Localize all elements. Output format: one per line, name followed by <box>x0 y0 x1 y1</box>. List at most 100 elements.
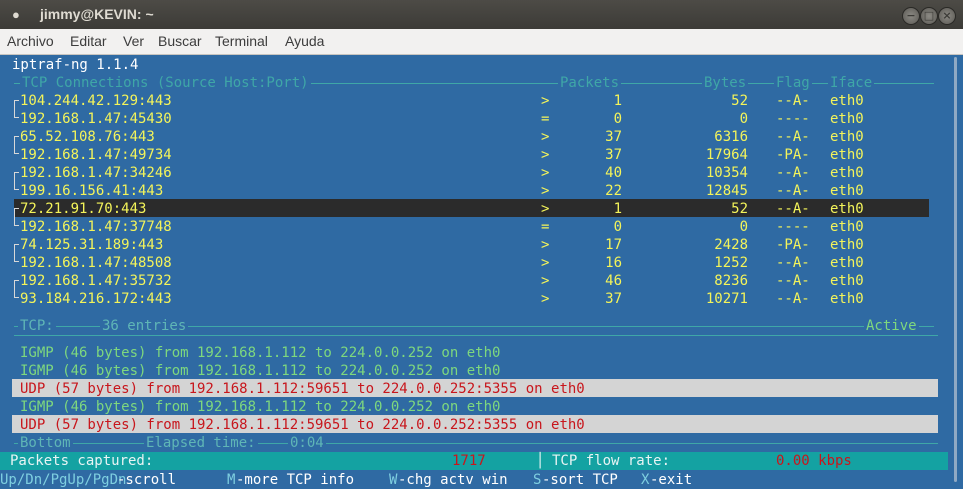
menu-ayuda[interactable]: Ayuda <box>285 33 324 49</box>
tcp-flag: --A- <box>776 129 810 145</box>
tcp-host: 74.125.31.189:443 <box>20 237 164 253</box>
tcp-host: 192.168.1.47:35732 <box>20 273 172 289</box>
menu-ver[interactable]: Ver <box>123 33 144 49</box>
title-bar[interactable]: ● jimmy@KEVIN: ~ − □ × <box>0 0 963 29</box>
tcp-host: 192.168.1.47:37748 <box>20 219 172 235</box>
terminal-app-icon: ● <box>12 7 20 22</box>
tcp-direction: > <box>541 291 550 307</box>
tcp-iface: eth0 <box>830 111 864 127</box>
tcp-host: 93.184.216.172:443 <box>20 291 172 307</box>
maximize-button[interactable]: □ <box>920 7 938 25</box>
tcp-packets: 40 <box>605 165 622 181</box>
window-title: jimmy@KEVIN: ~ <box>40 6 154 22</box>
menu-editar[interactable]: Editar <box>70 33 107 49</box>
tcp-flag: --A- <box>776 273 810 289</box>
tcp-direction: > <box>541 201 550 217</box>
bottom-label: Bottom <box>18 434 73 452</box>
tcp-host: 65.52.108.76:443 <box>20 129 155 145</box>
tcp-direction: > <box>541 147 550 163</box>
tcp-iface: eth0 <box>830 183 864 199</box>
tcp-packets: 0 <box>613 111 622 127</box>
key-more: M <box>227 472 236 488</box>
close-button[interactable]: × <box>938 7 956 25</box>
key-help-bar: Up/Dn/PgUp/PgDn -scroll M -more TCP info… <box>0 470 948 489</box>
key-sort: S <box>533 472 542 488</box>
tcp-iface: eth0 <box>830 147 864 163</box>
key-exit-label: -exit <box>650 472 693 488</box>
tcp-bytes: 0 <box>739 219 748 235</box>
key-scroll: Up/Dn/PgUp/PgDn <box>0 472 127 488</box>
tcp-flag: -PA- <box>776 237 810 253</box>
tcp-direction: > <box>541 273 550 289</box>
tcp-flag: --A- <box>776 165 810 181</box>
igmp-packet-line: IGMP (46 bytes) from 192.168.1.112 to 22… <box>20 345 501 361</box>
tcp-host: 192.168.1.47:45430 <box>20 111 172 127</box>
stats-bar: Packets captured: 1717 │ TCP flow rate: … <box>0 452 948 470</box>
key-exit: X <box>641 472 650 488</box>
tcp-direction: > <box>541 237 550 253</box>
connection-pair-bracket <box>14 136 19 154</box>
tcp-packets: 1 <box>613 93 622 109</box>
tcp-bytes: 1252 <box>714 255 748 271</box>
terminal-screen[interactable]: iptraf-ng 1.1.4 TCP Connections (Source … <box>0 55 948 489</box>
tcp-packets: 46 <box>605 273 622 289</box>
tcp-iface: eth0 <box>830 129 864 145</box>
tcp-host: 192.168.1.47:49734 <box>20 147 172 163</box>
scrollbar-thumb[interactable] <box>954 57 957 482</box>
tcp-direction: = <box>541 111 550 127</box>
tcp-bytes: 12845 <box>705 183 748 199</box>
tcp-packets: 17 <box>605 237 622 253</box>
tcp-flag: ---- <box>776 219 810 235</box>
menu-archivo[interactable]: Archivo <box>7 33 54 49</box>
tcp-packets: 16 <box>605 255 622 271</box>
tcp-flag: ---- <box>776 111 810 127</box>
tcp-packets: 22 <box>605 183 622 199</box>
tcp-host: 72.21.91.70:443 <box>20 201 147 217</box>
tcp-iface: eth0 <box>830 255 864 271</box>
tcp-iface: eth0 <box>830 273 864 289</box>
tcp-flag: --A- <box>776 183 810 199</box>
igmp-packet-line: IGMP (46 bytes) from 192.168.1.112 to 22… <box>20 399 501 415</box>
elapsed-value: 0:04 <box>288 434 326 452</box>
menu-buscar[interactable]: Buscar <box>158 33 202 49</box>
col-packets: Packets <box>558 74 622 92</box>
tcp-flag: --A- <box>776 291 810 307</box>
col-flag: Flag <box>774 74 812 92</box>
connection-pair-bracket <box>14 244 19 262</box>
tcp-packets: 0 <box>613 219 622 235</box>
tcp-packets: 37 <box>605 147 622 163</box>
tcp-bytes: 10271 <box>705 291 748 307</box>
tcp-iface: eth0 <box>830 165 864 181</box>
packets-captured-value: 1717 <box>452 453 486 469</box>
connection-pair-bracket <box>14 280 19 298</box>
tcp-direction: = <box>541 219 550 235</box>
tcp-host: 104.244.42.129:443 <box>20 93 172 109</box>
menu-terminal[interactable]: Terminal <box>215 33 268 49</box>
tcp-host: 192.168.1.47:48508 <box>20 255 172 271</box>
tcp-flag: --A- <box>776 201 810 217</box>
igmp-packet-line: IGMP (46 bytes) from 192.168.1.112 to 22… <box>20 363 501 379</box>
tcp-iface: eth0 <box>830 237 864 253</box>
tcp-flow-rate-value: 0.00 kbps <box>776 453 852 469</box>
tcp-bytes: 52 <box>731 201 748 217</box>
minimize-button[interactable]: − <box>902 7 920 25</box>
connection-pair-bracket <box>14 100 19 118</box>
connection-pair-bracket <box>14 208 19 226</box>
tcp-bytes: 52 <box>731 93 748 109</box>
key-more-label: -more TCP info <box>236 472 355 488</box>
key-win: W <box>389 472 398 488</box>
tcp-bytes: 2428 <box>714 237 748 253</box>
menu-bar: Archivo Editar Ver Buscar Terminal Ayuda <box>0 29 963 55</box>
scrollbar[interactable] <box>948 55 963 489</box>
col-bytes: Bytes <box>702 74 749 92</box>
tcp-iface: eth0 <box>830 93 864 109</box>
other-window-top-rule <box>14 335 938 336</box>
key-scroll-label: -scroll <box>117 472 177 488</box>
tcp-host: 199.16.156.41:443 <box>20 183 164 199</box>
tcp-bytes: 10354 <box>705 165 748 181</box>
tcp-direction: > <box>541 255 550 271</box>
tcp-footer-label: TCP: <box>18 317 56 335</box>
tcp-entry-count: 36 entries <box>100 317 189 335</box>
tcp-packets: 37 <box>605 291 622 307</box>
tcp-flag: -PA- <box>776 147 810 163</box>
